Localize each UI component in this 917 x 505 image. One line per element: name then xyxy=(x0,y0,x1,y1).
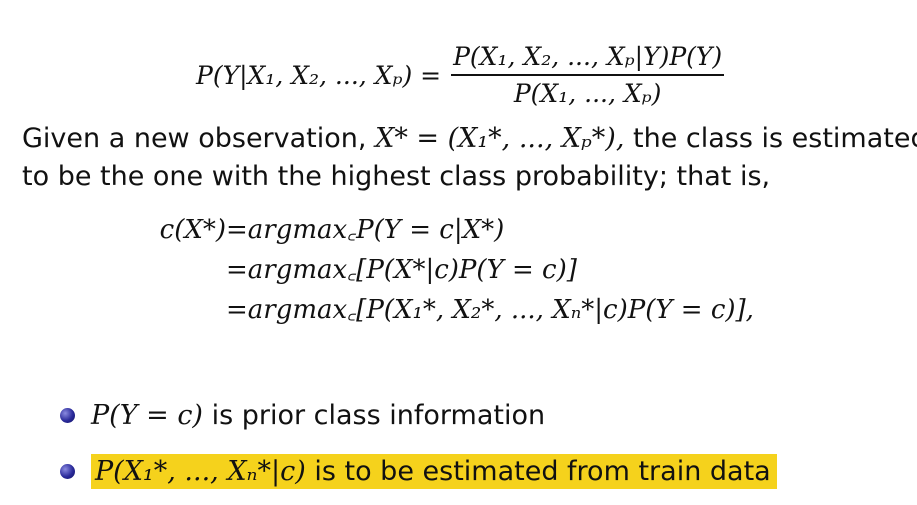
bullet-list: P(Y = c) is prior class information P(X₁… xyxy=(60,393,777,505)
bullet-content: P(Y = c) is prior class information xyxy=(91,400,545,431)
bayes-denominator: P(X₁, ..., Xₚ) xyxy=(513,79,662,108)
bullet-dot-icon xyxy=(60,463,75,479)
paragraph-line-1: Given a new observation, X* = (X₁*, ...,… xyxy=(22,120,917,158)
bayes-formula: P(Y|X₁, X₂, ..., Xₚ) = P(X₁, X₂, ..., Xₚ… xyxy=(196,42,725,108)
argmax-derivation: c(X*) =argmax꜀P(Y = c|X*) =argmax꜀[P(X*|… xyxy=(138,210,754,330)
explanation-paragraph: Given a new observation, X* = (X₁*, ...,… xyxy=(22,120,917,196)
derivation-row-2: =argmax꜀[P(X*|c)P(Y = c)] xyxy=(138,250,754,290)
derivation-step-1: =argmax꜀P(Y = c|X*) xyxy=(226,215,505,245)
derivation-row-3: =argmax꜀[P(X₁*, X₂*, ..., Xₙ*|c)P(Y = c)… xyxy=(138,290,754,330)
bullet-item-likelihood: P(X₁*, ..., Xₙ*|c) is to be estimated fr… xyxy=(60,449,777,493)
bullet-item-prior: P(Y = c) is prior class information xyxy=(60,393,777,437)
derivation-step-3: =argmax꜀[P(X₁*, X₂*, ..., Xₙ*|c)P(Y = c)… xyxy=(226,295,754,325)
paragraph-line-1-start: Given a new observation, xyxy=(22,123,367,154)
highlighted-bullet-content: P(X₁*, ..., Xₙ*|c) is to be estimated fr… xyxy=(91,453,777,489)
derivation-row-1: c(X*) =argmax꜀P(Y = c|X*) xyxy=(138,210,754,250)
bayes-lhs: P(Y|X₁, X₂, ..., Xₚ) = xyxy=(196,60,442,90)
derivation-lhs: c(X*) xyxy=(159,215,226,245)
bayes-numerator: P(X₁, X₂, ..., Xₚ|Y)P(Y) xyxy=(453,42,723,71)
paragraph-line-2: to be the one with the highest class pro… xyxy=(22,161,771,192)
observation-math: X* = (X₁*, ..., Xₚ*), xyxy=(375,123,625,154)
derivation-step-2: =argmax꜀[P(X*|c)P(Y = c)] xyxy=(226,255,577,285)
paragraph-line-1-end: the class is estimated xyxy=(633,123,917,154)
bullet-math: P(X₁*, ..., Xₙ*|c) xyxy=(95,455,306,487)
bullet-dot-icon xyxy=(60,407,75,423)
bullet-text: is prior class information xyxy=(211,399,546,431)
bullet-text: is to be estimated from train data xyxy=(314,455,771,487)
bayes-fraction: P(X₁, X₂, ..., Xₚ|Y)P(Y) P(X₁, ..., Xₚ) xyxy=(451,42,725,108)
bullet-math: P(Y = c) xyxy=(91,399,203,431)
